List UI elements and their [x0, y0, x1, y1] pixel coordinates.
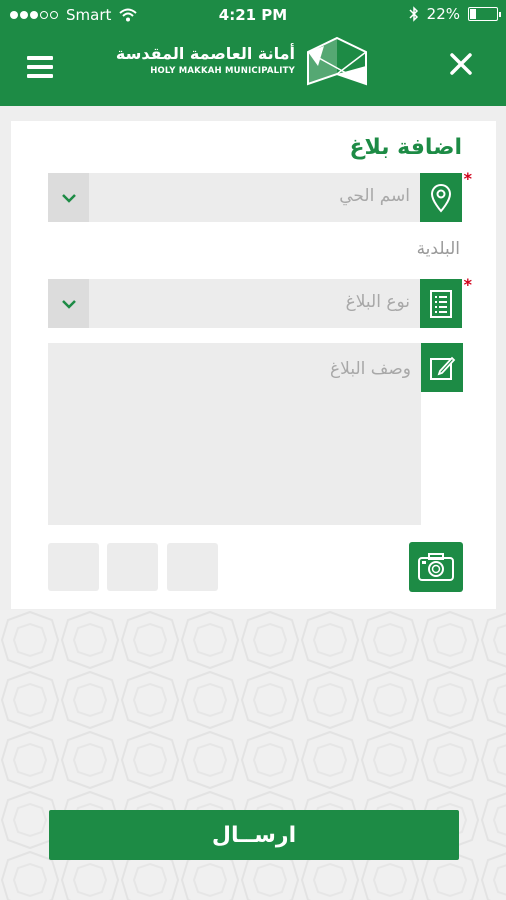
camera-icon — [418, 553, 454, 581]
edit-note-icon — [421, 343, 463, 392]
close-icon — [450, 53, 472, 75]
close-button[interactable] — [446, 50, 476, 80]
battery-percent: 22% — [426, 5, 460, 23]
report-type-select-box[interactable]: نوع البلاغ — [48, 279, 420, 328]
camera-button[interactable] — [409, 542, 463, 592]
photo-slot-1[interactable] — [167, 543, 218, 591]
report-form-card: اضافة بلاغ اسم الحي * البلدية نوع البلاغ — [11, 121, 496, 609]
municipality-label: البلدية — [416, 239, 460, 259]
report-type-placeholder: نوع البلاغ — [345, 292, 410, 312]
form-title: اضافة بلاغ — [349, 135, 462, 160]
battery-icon — [468, 7, 501, 21]
logo-english-text: HOLY MAKKAH MUNICIPALITY — [150, 66, 295, 76]
neighborhood-placeholder: اسم الحي — [339, 186, 410, 206]
neighborhood-select[interactable]: اسم الحي * — [48, 169, 472, 222]
chevron-down-icon[interactable] — [48, 279, 89, 328]
chevron-down-icon[interactable] — [48, 173, 89, 222]
description-placeholder: وصف البلاغ — [330, 359, 411, 379]
description-textarea[interactable]: وصف البلاغ — [48, 343, 421, 525]
logo-mark-icon — [307, 36, 367, 86]
submit-button[interactable]: ارســال — [49, 810, 459, 860]
neighborhood-select-box[interactable]: اسم الحي — [48, 173, 420, 222]
required-mark: * — [463, 275, 472, 294]
municipality-logo: أمانة العاصمة المقدسة HOLY MAKKAH MUNICI… — [116, 36, 370, 92]
photo-slot-2[interactable] — [107, 543, 158, 591]
report-type-select[interactable]: نوع البلاغ * — [48, 275, 472, 328]
menu-button[interactable] — [27, 56, 53, 78]
logo-arabic-text: أمانة العاصمة المقدسة — [115, 44, 295, 63]
photo-slot-3[interactable] — [48, 543, 99, 591]
document-list-icon — [420, 279, 462, 328]
status-bar: Smart 4:21 PM 22% — [0, 0, 506, 30]
required-mark: * — [463, 169, 472, 188]
bluetooth-icon — [409, 6, 418, 22]
location-pin-icon — [420, 173, 462, 222]
